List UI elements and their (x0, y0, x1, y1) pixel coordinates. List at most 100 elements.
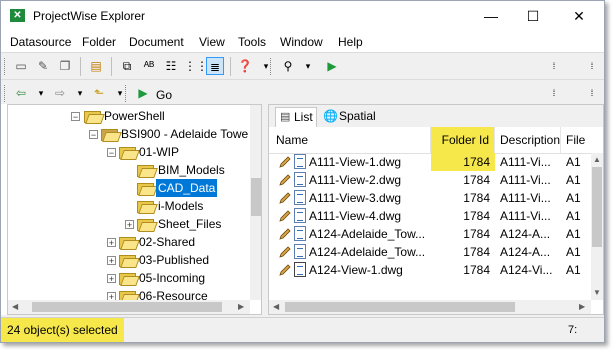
table-row[interactable]: A111-View-2.dwg 1784 A111-Vi... A1 (269, 171, 603, 189)
column-header-folder-id[interactable]: Folder Id (431, 127, 495, 153)
cell-description: A124-Vi... (500, 263, 553, 277)
tree-item-label: i-Models (158, 199, 204, 213)
toolbar-overflow-icon[interactable]: ⁞ (583, 57, 601, 75)
toolbar-grip[interactable] (4, 85, 8, 102)
go-icon[interactable]: ▶ (134, 84, 152, 102)
menu-bar: Datasource Folder Document View Tools Wi… (1, 32, 604, 52)
scroll-left-icon[interactable]: ◀ (12, 302, 18, 311)
scroll-right-icon[interactable]: ▶ (579, 302, 585, 311)
menu-document[interactable]: Document (129, 35, 184, 49)
menu-tools[interactable]: Tools (238, 35, 266, 49)
table-row[interactable]: A124-Adelaide_Tow... 1784 A124-A... A1 (269, 225, 603, 243)
tree-item-i-models[interactable]: i-Models (8, 197, 248, 215)
table-row[interactable]: A111-View-3.dwg 1784 A111-Vi... A1 (269, 189, 603, 207)
tree-item-02-shared[interactable]: + 02-Shared (8, 233, 248, 251)
status-right-info: 7: (568, 324, 578, 336)
tree-item-label: 05-Incoming (139, 271, 206, 285)
menu-datasource[interactable]: Datasource (10, 35, 71, 49)
list-vertical-scrollbar[interactable]: ▲ ▼ (591, 153, 603, 300)
help-icon[interactable]: ❓ (236, 57, 254, 75)
collapse-icon[interactable]: − (89, 130, 98, 140)
maximize-button[interactable]: ☐ (510, 1, 556, 32)
toolbar-overflow-icon[interactable]: ⁞ (545, 57, 563, 75)
toolbar-grip[interactable] (125, 85, 129, 102)
menu-view[interactable]: View (199, 35, 225, 49)
expand-icon[interactable]: + (125, 220, 134, 230)
scroll-up-icon[interactable]: ▲ (593, 155, 601, 164)
pencil-edit-icon (279, 246, 291, 258)
up-folder-icon[interactable]: ⬑ (90, 84, 108, 102)
dwg-file-icon (294, 208, 306, 223)
run-search-icon[interactable]: ▶ (323, 57, 341, 75)
table-row[interactable]: A124-Adelaide_Tow... 1784 A124-A... A1 (269, 243, 603, 261)
cell-file: A1 (566, 227, 581, 241)
tree-item-label: PowerShell (104, 109, 165, 123)
collapse-icon[interactable]: − (71, 112, 80, 122)
scrollbar-thumb[interactable] (251, 178, 261, 216)
title-bar: ✕ ProjectWise Explorer — ☐ ✕ (1, 1, 604, 32)
tab-spatial[interactable]: 🌐 Spatial (319, 107, 379, 126)
edit-document-icon[interactable]: ✎ (34, 57, 52, 75)
forward-dropdown-icon[interactable]: ▾ (71, 84, 89, 102)
table-row[interactable]: A111-View-1.dwg 1784 A111-Vi... A1 (269, 153, 603, 171)
tree-item-sheet-files[interactable]: + Sheet_Files (8, 215, 248, 233)
scrollbar-thumb[interactable] (32, 302, 222, 312)
copy-document-icon[interactable]: ❐ (56, 57, 74, 75)
toolbar-overflow-icon[interactable]: ⁞ (545, 84, 563, 102)
list-tab-icon: ▤ (280, 111, 291, 123)
tree-item-label: BIM_Models (158, 163, 225, 177)
expand-icon[interactable]: + (107, 238, 116, 248)
menu-help[interactable]: Help (338, 35, 363, 49)
dwg-file-icon (294, 244, 306, 259)
collapse-icon[interactable]: − (107, 148, 116, 158)
menu-window[interactable]: Window (280, 35, 323, 49)
expand-icon[interactable]: + (107, 256, 116, 266)
pencil-edit-icon (279, 264, 291, 276)
column-header-description[interactable]: Description (495, 127, 561, 153)
minimize-button[interactable]: — (468, 1, 514, 32)
expand-icon[interactable]: + (107, 274, 116, 284)
close-button[interactable]: ✕ (556, 1, 602, 32)
tree-item-bim-models[interactable]: BIM_Models (8, 161, 248, 179)
cell-file: A1 (566, 173, 581, 187)
scrollbar-thumb[interactable] (592, 167, 602, 247)
table-row[interactable]: A124-View-1.dwg 1784 A124-Vi... A1 (269, 261, 603, 279)
tree-item-powershell[interactable]: − PowerShell (8, 107, 248, 125)
scrollbar-thumb[interactable] (285, 302, 515, 312)
table-row[interactable]: A111-View-4.dwg 1784 A111-Vi... A1 (269, 207, 603, 225)
tree-item-bsi900[interactable]: − BSI900 - Adelaide Towe (8, 125, 248, 143)
tree-vertical-scrollbar[interactable] (250, 105, 261, 300)
tree-item-03-published[interactable]: + 03-Published (8, 251, 248, 269)
back-dropdown-icon[interactable]: ▾ (32, 84, 50, 102)
tree-view-icon[interactable]: ⋮⋮ (184, 57, 208, 75)
folder-icon (119, 271, 140, 286)
forward-arrow-icon[interactable]: ⇨ (51, 84, 69, 102)
tree-item-01-wip[interactable]: − 01-WIP (8, 143, 248, 161)
tree-item-05-incoming[interactable]: + 05-Incoming (8, 269, 248, 287)
tree-item-cad-data[interactable]: CAD_Data (8, 179, 248, 197)
toolbar-overflow-icon[interactable]: ⁞ (583, 84, 601, 102)
column-header-name[interactable]: Name (269, 127, 431, 153)
folder-tree[interactable]: − PowerShell − BSI900 - Adelaide Towe − … (7, 104, 262, 315)
small-icons-view-icon[interactable]: ᴬᴮ (140, 57, 158, 75)
list-view-icon[interactable]: ☷ (162, 57, 180, 75)
go-button[interactable]: Go (156, 88, 172, 102)
scroll-down-icon[interactable]: ▼ (593, 288, 601, 297)
tree-horizontal-scrollbar[interactable]: ◀ ▶ (8, 300, 250, 314)
print-icon[interactable]: ▤ (87, 57, 105, 75)
scroll-right-icon[interactable]: ▶ (238, 302, 244, 311)
toolbar-grip[interactable] (270, 58, 274, 75)
toolbar-grip[interactable] (4, 58, 8, 75)
scroll-left-icon[interactable]: ◀ (273, 302, 279, 311)
find-dropdown-icon[interactable]: ▾ (299, 57, 317, 75)
find-binoculars-icon[interactable]: ⚲ (279, 57, 297, 75)
details-view-icon[interactable]: ≣ (206, 57, 224, 75)
tab-list[interactable]: ▤ List (275, 107, 317, 127)
menu-folder[interactable]: Folder (82, 35, 116, 49)
new-document-icon[interactable]: ▭ (12, 57, 30, 75)
column-header-file[interactable]: File (561, 127, 603, 153)
large-icons-view-icon[interactable]: ⧉ (118, 57, 136, 75)
folder-icon (119, 253, 140, 268)
back-arrow-icon[interactable]: ⇦ (12, 84, 30, 102)
list-horizontal-scrollbar[interactable]: ◀ ▶ (269, 300, 591, 314)
